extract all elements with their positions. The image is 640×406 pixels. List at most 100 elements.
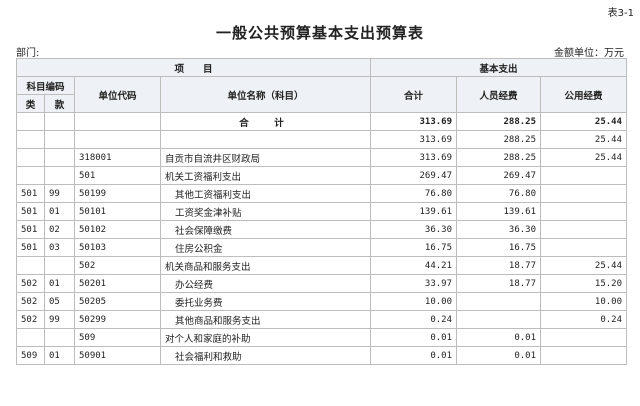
- table-row: 501 01 50101 工资奖金津补贴 139.61 139.61: [16, 202, 628, 221]
- cell-public: [540, 184, 628, 203]
- cell-unit-name: 办公经费: [159, 274, 372, 293]
- table-row: 501 03 50103 住房公积金 16.75 16.75: [16, 238, 628, 257]
- header-subject-code: 科目编码: [16, 76, 75, 95]
- table-row: 501 机关工资福利支出 269.47 269.47: [16, 166, 628, 185]
- cell-unit-code: 50201: [74, 274, 161, 293]
- cell-total: 313.69: [370, 130, 458, 149]
- cell-kuan: 05: [44, 292, 75, 311]
- cell-total: 76.80: [370, 184, 458, 203]
- cell-unit-name: 机关工资福利支出: [159, 166, 372, 185]
- cell-personnel: 36.30: [456, 220, 542, 239]
- table-row: 502 99 50299 其他商品和服务支出 0.24 0.24: [16, 310, 628, 329]
- header-project: 项 目: [15, 58, 372, 77]
- cell-kuan: 01: [44, 202, 75, 221]
- cell-public: [540, 220, 628, 239]
- header-basic-expenditure: 基本支出: [370, 58, 628, 77]
- cell-unit-name: [159, 130, 372, 149]
- cell-total: 44.21: [370, 256, 458, 275]
- cell-lei: 501: [16, 238, 45, 257]
- cell-public: [540, 238, 628, 257]
- cell-unit-name: 住房公积金: [159, 238, 372, 257]
- cell-personnel: 16.75: [456, 238, 542, 257]
- cell-lei: [16, 328, 45, 347]
- cell-lei: [16, 256, 45, 275]
- cell-personnel: 0.01: [456, 328, 542, 347]
- cell-unit-code: 50101: [74, 202, 161, 221]
- cell-kuan: [44, 256, 75, 275]
- cell-kuan: 01: [44, 274, 75, 293]
- cell-kuan: 01: [44, 346, 75, 365]
- header-lei: 类: [16, 94, 45, 113]
- cell-total: 10.00: [370, 292, 458, 311]
- cell-total: 0.24: [370, 310, 458, 329]
- cell-unit-code: 501: [74, 166, 161, 185]
- cell-personnel: 18.77: [456, 274, 542, 293]
- total-public: 25.44: [540, 112, 628, 131]
- cell-unit-code: 50103: [74, 238, 161, 257]
- table-row: 501 99 50199 其他工资福利支出 76.80 76.80: [16, 184, 628, 203]
- cell-lei: [16, 166, 45, 185]
- cell-personnel: 288.25: [456, 148, 542, 167]
- total-row: 合 计 313.69 288.25 25.44: [16, 112, 628, 131]
- cell-kuan: [44, 148, 75, 167]
- header-public: 公用经费: [540, 76, 628, 113]
- cell-unit-code: 50199: [74, 184, 161, 203]
- header-personnel: 人员经费: [456, 76, 542, 113]
- header-unit-name: 单位名称（科目）: [159, 76, 372, 113]
- cell-lei: [16, 148, 45, 167]
- cell-public: 15.20: [540, 274, 628, 293]
- cell-personnel: [456, 292, 542, 311]
- header-kuan: 款: [44, 94, 75, 113]
- page-title: 一般公共预算基本支出预算表: [215, 24, 424, 42]
- cell-lei: 502: [16, 274, 45, 293]
- cell-kuan: 02: [44, 220, 75, 239]
- total-label: 合 计: [159, 112, 372, 131]
- total-personnel: 288.25: [456, 112, 542, 131]
- cell-kuan: 99: [44, 184, 75, 203]
- header-unit-code: 单位代码: [74, 76, 161, 113]
- cell-kuan: 03: [44, 238, 75, 257]
- cell-unit-name: 委托业务费: [159, 292, 372, 311]
- cell-public: [540, 166, 628, 185]
- cell-unit-code: 50299: [74, 310, 161, 329]
- cell-total: 313.69: [370, 148, 458, 167]
- cell-unit-code: 50901: [74, 346, 161, 365]
- cell-public: 0.24: [540, 310, 628, 329]
- cell-public: 10.00: [540, 292, 628, 311]
- table-row: 502 05 50205 委托业务费 10.00 10.00: [16, 292, 628, 311]
- cell-public: [540, 346, 628, 365]
- table-row: 501 02 50102 社会保障缴费 36.30 36.30: [16, 220, 628, 239]
- cell-kuan: [44, 328, 75, 347]
- cell-public: 25.44: [540, 130, 628, 149]
- table-row: 502 01 50201 办公经费 33.97 18.77 15.20: [16, 274, 628, 293]
- table-row: 313.69 288.25 25.44: [16, 130, 628, 149]
- cell-personnel: 269.47: [456, 166, 542, 185]
- cell-unit-code: 50102: [74, 220, 161, 239]
- cell-kuan: 99: [44, 310, 75, 329]
- table-row: 318001 自贡市自流井区财政局 313.69 288.25 25.44: [16, 148, 628, 167]
- cell-personnel: [456, 310, 542, 329]
- cell-unit-name: 对个人和家庭的补助: [159, 328, 372, 347]
- cell-unit-code: 509: [74, 328, 161, 347]
- cell-public: 25.44: [540, 256, 628, 275]
- budget-table: 项 目 基本支出 科目编码 单位代码 单位名称（科目） 合计 人员经费 公用经费…: [15, 58, 628, 365]
- cell-public: 25.44: [540, 148, 628, 167]
- cell-total: 33.97: [370, 274, 458, 293]
- cell-total: 0.01: [370, 328, 458, 347]
- cell-unit-code: 50205: [74, 292, 161, 311]
- table-row: 509 对个人和家庭的补助 0.01 0.01: [16, 328, 628, 347]
- cell-unit-name: 工资奖金津补贴: [159, 202, 372, 221]
- cell-personnel: 18.77: [456, 256, 542, 275]
- cell-unit-name: 社会福利和救助: [159, 346, 372, 365]
- cell-lei: 502: [16, 292, 45, 311]
- cell-unit-code: [74, 130, 161, 149]
- cell-unit-name: 其他工资福利支出: [159, 184, 372, 203]
- table-number: 表3-1: [607, 8, 634, 19]
- cell-unit-code: 318001: [74, 148, 161, 167]
- cell-lei: 502: [16, 310, 45, 329]
- cell-personnel: 0.01: [456, 346, 542, 365]
- table-row: 502 机关商品和服务支出 44.21 18.77 25.44: [16, 256, 628, 275]
- cell-unit-name: 机关商品和服务支出: [159, 256, 372, 275]
- cell-public: [540, 202, 628, 221]
- total-amount: 313.69: [370, 112, 458, 131]
